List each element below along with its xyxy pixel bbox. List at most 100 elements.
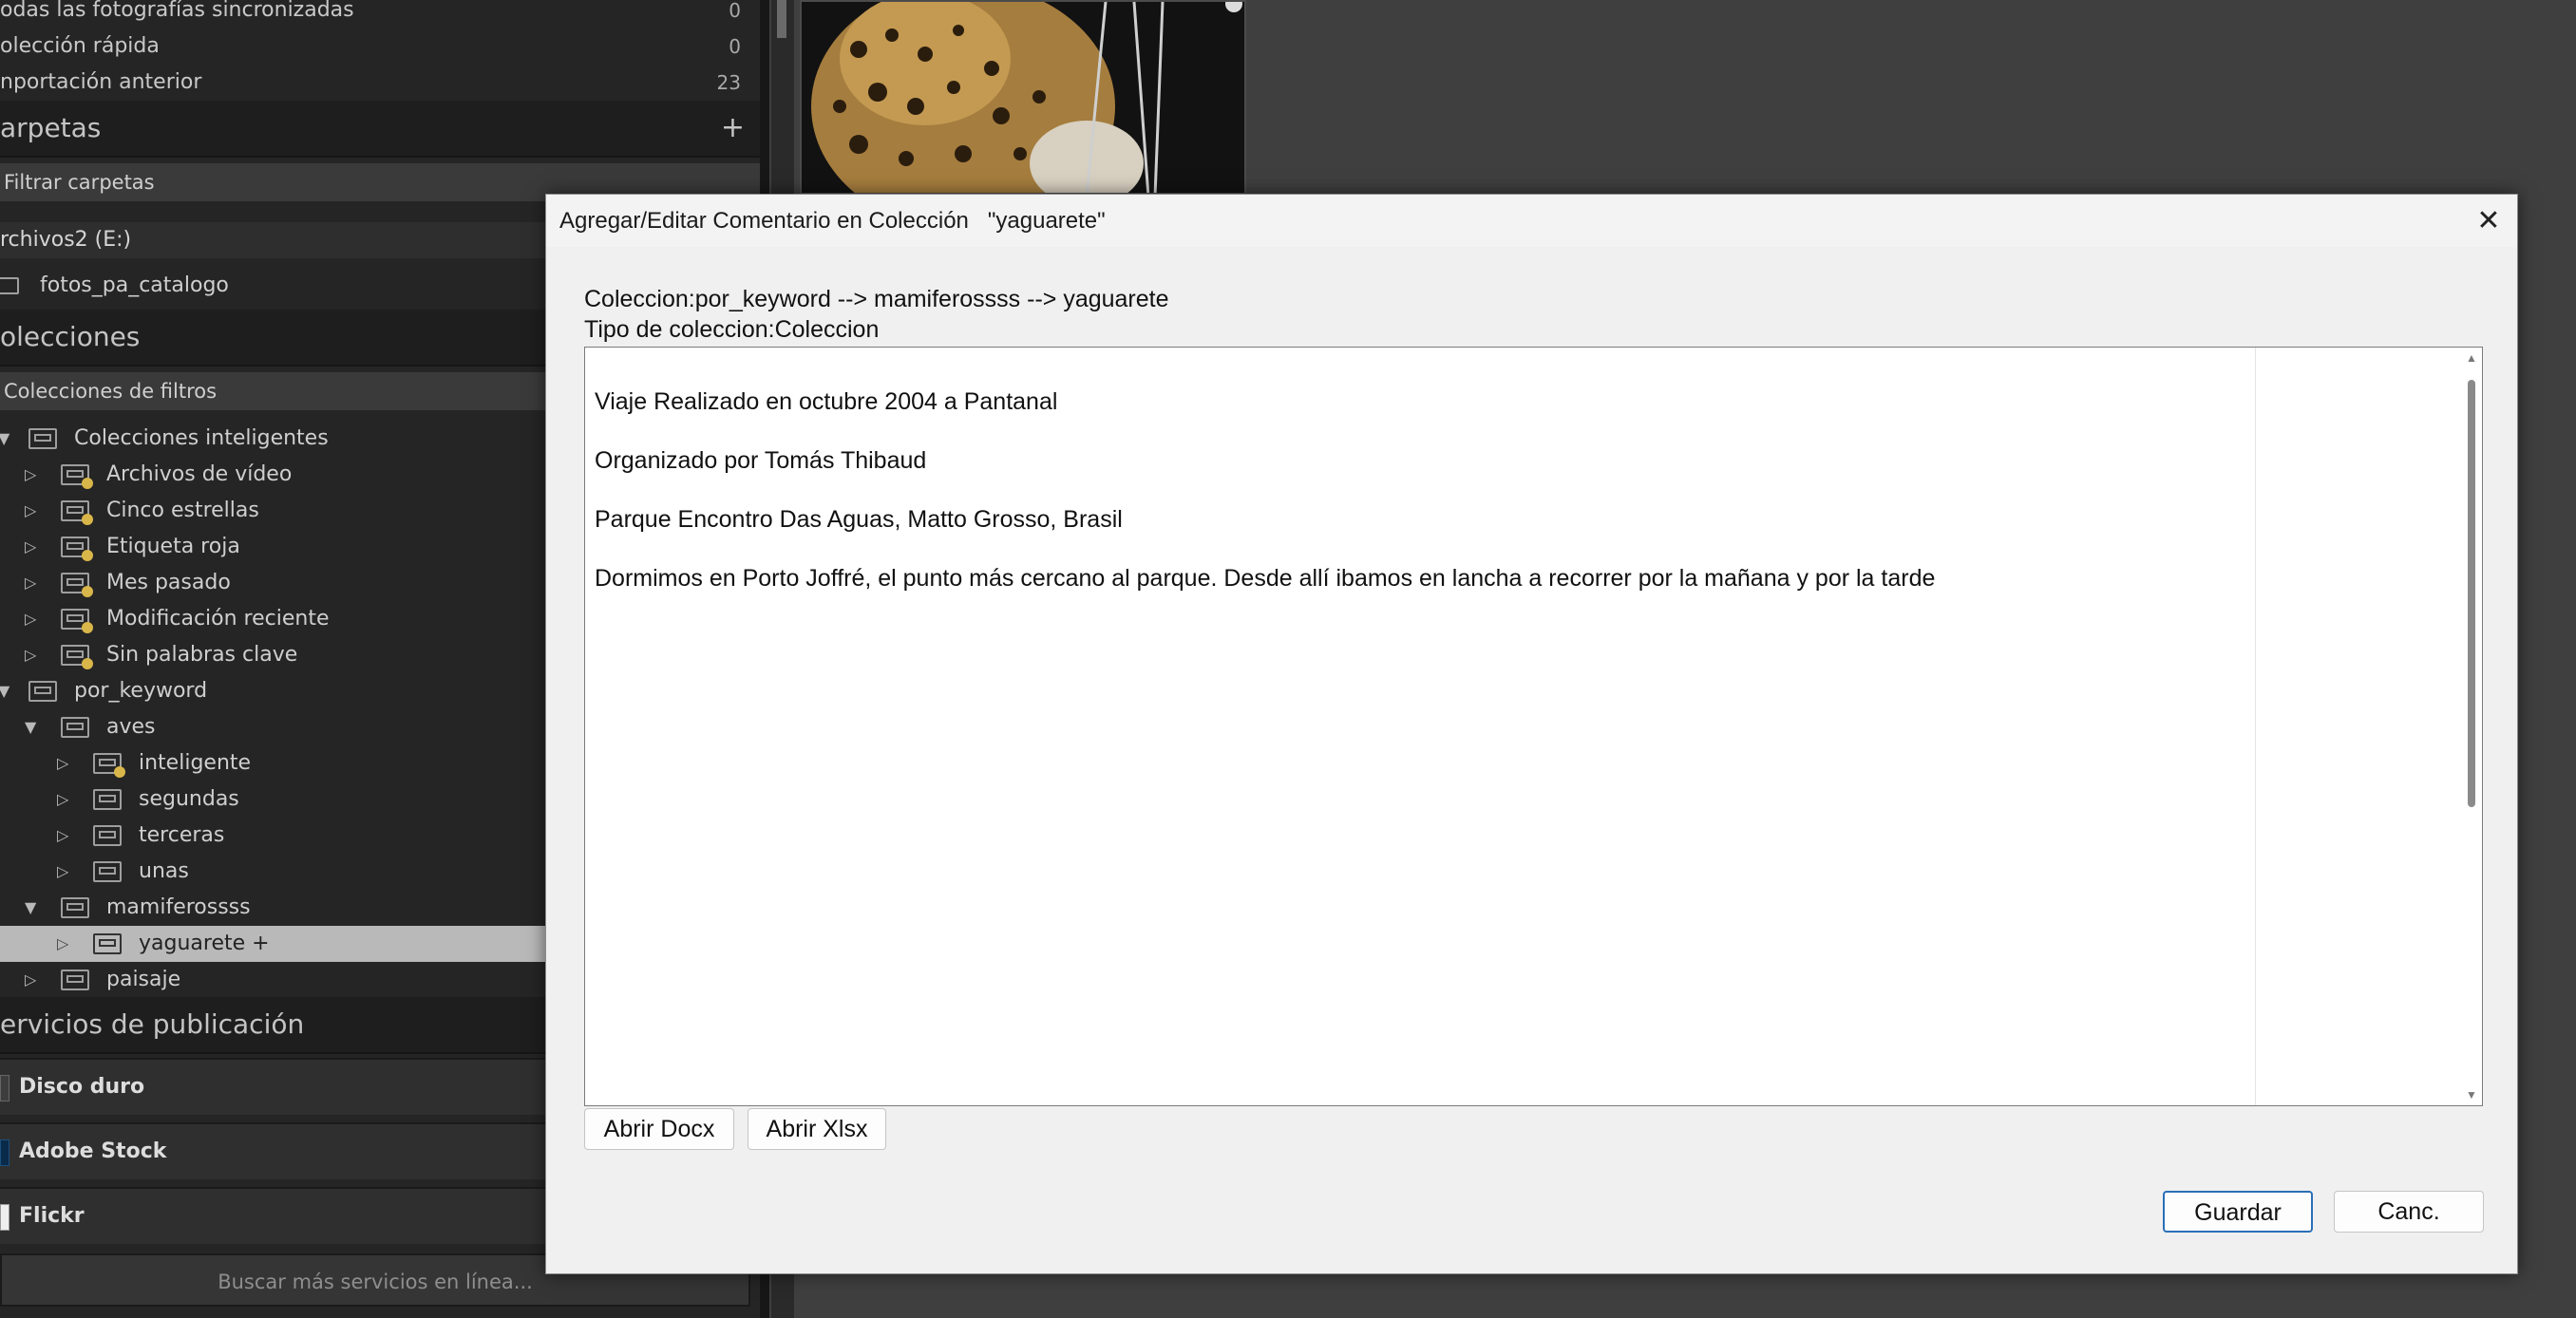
comment-line: Viaje Realizado en octubre 2004 a Pantan… <box>595 388 1058 415</box>
collection-icon <box>93 933 122 954</box>
save-button[interactable]: Guardar <box>2163 1191 2313 1233</box>
catalog-row-synced[interactable]: odas las fotografías sincronizadas 0 <box>0 0 760 28</box>
collection-tree-label: yaguarete + <box>139 932 270 955</box>
folders-header-label: arpetas <box>0 112 102 143</box>
catalog-row-label: nportación anterior <box>0 70 202 94</box>
photo-thumbnail[interactable] <box>800 0 1246 195</box>
collapsed-triangle-icon[interactable]: ▷ <box>57 781 68 818</box>
collection-tree-label: Etiqueta roja <box>106 535 240 558</box>
collapsed-triangle-icon[interactable]: ▷ <box>25 637 36 673</box>
collapsed-triangle-icon[interactable]: ▷ <box>57 745 68 781</box>
margin-guide <box>2255 348 2256 1105</box>
collapsed-triangle-icon[interactable]: ▷ <box>25 962 36 998</box>
cancel-button[interactable]: Canc. <box>2334 1191 2484 1233</box>
smart-collection-icon <box>61 537 93 561</box>
edit-comment-dialog: Agregar/Editar Comentario en Colección "… <box>545 194 2518 1274</box>
collection-tree-label: terceras <box>139 823 225 847</box>
scrollbar-thumb[interactable] <box>2468 380 2475 807</box>
collection-icon <box>93 825 122 846</box>
expanded-triangle-icon[interactable]: ▼ <box>0 421 9 457</box>
collection-tree-label: Mes pasado <box>106 571 231 594</box>
comment-line: Organizado por Tomás Thibaud <box>595 447 927 474</box>
smart-collection-icon <box>61 645 93 669</box>
collections-header-label: olecciones <box>0 321 141 352</box>
collection-set-icon <box>61 970 89 990</box>
collection-tree-label: Cinco estrellas <box>106 499 259 522</box>
comment-textarea[interactable]: Viaje Realizado en octubre 2004 a Pantan… <box>584 347 2483 1106</box>
open-docx-button[interactable]: Abrir Docx <box>584 1108 734 1150</box>
folder-label: fotos_pa_catalogo <box>40 273 229 297</box>
collection-set-icon <box>61 717 89 738</box>
collection-set-icon <box>61 897 89 918</box>
comment-scrollbar[interactable]: ▲ ▼ <box>2461 348 2482 1105</box>
publish-service-label: Flickr <box>19 1204 85 1228</box>
expanded-triangle-icon[interactable]: ▼ <box>0 673 9 709</box>
gear-icon <box>114 766 125 778</box>
collection-tree-label: segundas <box>139 787 239 811</box>
collection-set-icon <box>28 681 57 702</box>
collection-path-label: Coleccion:por_keyword --> mamiferossss -… <box>584 286 1169 312</box>
scroll-down-icon[interactable]: ▼ <box>2461 1088 2482 1101</box>
folder-icon <box>0 277 19 294</box>
open-xlsx-button[interactable]: Abrir Xlsx <box>748 1108 886 1150</box>
collapsed-triangle-icon[interactable]: ▷ <box>25 493 36 529</box>
grid-scrollbar-thumb[interactable] <box>777 0 786 38</box>
catalog-row-count: 0 <box>729 35 741 58</box>
folder-filter-label: Filtrar carpetas <box>4 171 155 194</box>
collapsed-triangle-icon[interactable]: ▷ <box>57 926 68 962</box>
publish-service-label: Disco duro <box>19 1075 145 1099</box>
collapsed-triangle-icon[interactable]: ▷ <box>25 457 36 493</box>
folders-header[interactable]: arpetas + <box>0 101 760 158</box>
collection-tree-label: aves <box>106 715 156 739</box>
catalog-row-count: 0 <box>729 0 741 22</box>
gear-icon <box>82 514 93 525</box>
smart-collection-icon <box>61 464 93 489</box>
catalog-row-label: olección rápida <box>0 34 160 58</box>
smart-collection-icon <box>61 500 93 525</box>
scroll-up-icon[interactable]: ▲ <box>2461 351 2482 365</box>
gear-icon <box>82 658 93 669</box>
flickr-icon <box>0 1204 9 1231</box>
collapsed-triangle-icon[interactable]: ▷ <box>25 529 36 565</box>
jaguar-image <box>802 2 1244 193</box>
collapsed-triangle-icon[interactable]: ▷ <box>57 818 68 854</box>
collapsed-triangle-icon[interactable]: ▷ <box>25 601 36 637</box>
comment-line: Dormimos en Porto Joffré, el punto más c… <box>595 565 1936 592</box>
dialog-title: Agregar/Editar Comentario en Colección "… <box>559 208 1106 234</box>
collection-tree-label: inteligente <box>139 751 252 775</box>
catalog-row-previous-import[interactable]: nportación anterior 23 <box>0 65 760 101</box>
catalog-row-quick-collection[interactable]: olección rápida 0 <box>0 28 760 65</box>
expanded-triangle-icon[interactable]: ▼ <box>25 709 36 745</box>
collapsed-triangle-icon[interactable]: ▷ <box>25 565 36 601</box>
collection-tree-label: Colecciones inteligentes <box>74 426 329 450</box>
publish-service-label: Adobe Stock <box>19 1139 167 1163</box>
hard-drive-icon <box>0 1075 9 1101</box>
comment-line: Parque Encontro Das Aguas, Matto Grosso,… <box>595 506 1123 533</box>
adobe-stock-icon <box>0 1139 9 1166</box>
collection-filter-label: Colecciones de filtros <box>4 380 218 403</box>
expanded-triangle-icon[interactable]: ▼ <box>25 890 36 926</box>
collection-type-label: Tipo de coleccion:Coleccion <box>584 316 880 343</box>
smart-collection-icon <box>93 753 125 778</box>
collapsed-triangle-icon[interactable]: ▷ <box>57 854 68 890</box>
collection-tree-label: mamiferossss <box>106 895 251 919</box>
collection-tree-label: por_keyword <box>74 679 208 703</box>
collection-icon <box>93 861 122 882</box>
gear-icon <box>82 550 93 561</box>
collection-set-icon <box>28 428 57 449</box>
catalog-row-count: 23 <box>716 71 741 94</box>
add-folder-button[interactable]: + <box>721 101 745 156</box>
gear-icon <box>82 586 93 597</box>
dialog-title-bar[interactable]: Agregar/Editar Comentario en Colección "… <box>546 195 2517 247</box>
volume-label: rchivos2 (E:) <box>0 228 132 252</box>
smart-collection-icon <box>61 609 93 633</box>
publish-header-label: ervicios de publicación <box>0 1008 305 1040</box>
smart-collection-icon <box>61 573 93 597</box>
comment-text[interactable]: Viaje Realizado en octubre 2004 a Pantan… <box>595 372 1935 608</box>
collection-tree-label: unas <box>139 859 189 883</box>
close-icon[interactable]: ✕ <box>2468 202 2510 240</box>
catalog-row-label: odas las fotografías sincronizadas <box>0 0 354 22</box>
gear-icon <box>82 622 93 633</box>
collection-tree-label: Modificación reciente <box>106 607 330 631</box>
collection-tree-label: paisaje <box>106 968 181 991</box>
